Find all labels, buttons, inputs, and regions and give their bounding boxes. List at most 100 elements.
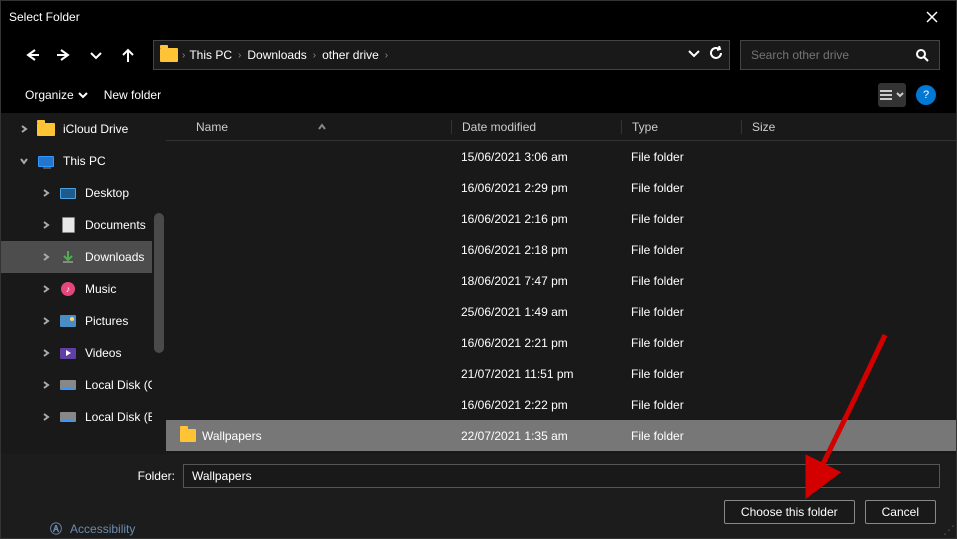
- file-date: 16/06/2021 2:21 pm: [451, 336, 621, 350]
- new-folder-button[interactable]: New folder: [100, 84, 165, 106]
- file-row[interactable]: 16/06/2021 2:16 pmFile folder: [166, 203, 956, 234]
- breadcrumb-item[interactable]: other drive: [322, 48, 379, 62]
- tree-item-label: Videos: [85, 346, 121, 360]
- column-date[interactable]: Date modified: [451, 120, 621, 134]
- folder-label: Folder:: [17, 469, 175, 483]
- scrollbar-thumb[interactable]: [154, 213, 164, 353]
- tree-item-label: Music: [85, 282, 116, 296]
- background-peek: Ⓐ Accessibility: [50, 520, 135, 537]
- file-row[interactable]: 16/06/2021 2:21 pmFile folder: [166, 327, 956, 358]
- disk-icon: [59, 410, 77, 424]
- select-folder-dialog: Select Folder › This PC › Downloads ›: [0, 0, 957, 539]
- sidebar-item-downloads[interactable]: Downloads: [1, 241, 166, 273]
- file-type: File folder: [621, 398, 741, 412]
- file-area: Name Date modified Type Size 15/06/2021 …: [166, 113, 956, 454]
- tree-item-label: Pictures: [85, 314, 128, 328]
- tree-chevron-icon[interactable]: [41, 285, 51, 293]
- up-button[interactable]: [113, 40, 143, 70]
- breadcrumb-separator: ›: [313, 50, 316, 61]
- dropdown-icon: [78, 90, 88, 100]
- disk-icon: [59, 378, 77, 392]
- file-row[interactable]: 15/06/2021 3:06 amFile folder: [166, 141, 956, 172]
- sidebar-item-music[interactable]: ♪ Music: [1, 273, 166, 305]
- sidebar-item-videos[interactable]: Videos: [1, 337, 166, 369]
- file-list: 15/06/2021 3:06 amFile folder16/06/2021 …: [166, 141, 956, 454]
- cancel-button[interactable]: Cancel: [865, 500, 936, 524]
- column-headers: Name Date modified Type Size: [166, 113, 956, 141]
- arrow-right-icon: [57, 48, 71, 62]
- sidebar-item-documents[interactable]: Documents: [1, 209, 166, 241]
- address-history-button[interactable]: [687, 46, 701, 65]
- choose-folder-button[interactable]: Choose this folder: [724, 500, 855, 524]
- view-button[interactable]: [878, 83, 906, 107]
- tree-chevron-icon[interactable]: [41, 221, 51, 229]
- column-size[interactable]: Size: [741, 120, 821, 134]
- file-type: File folder: [621, 150, 741, 164]
- download-icon: [59, 250, 77, 264]
- file-row[interactable]: 16/06/2021 2:22 pmFile folder: [166, 389, 956, 420]
- sidebar-item-desktop[interactable]: Desktop: [1, 177, 166, 209]
- file-type: File folder: [621, 212, 741, 226]
- file-row[interactable]: 21/07/2021 11:51 pmFile folder: [166, 358, 956, 389]
- folder-icon: [160, 48, 178, 62]
- column-type[interactable]: Type: [621, 120, 741, 134]
- sidebar-scrollbar[interactable]: [152, 113, 166, 454]
- breadcrumb-item[interactable]: Downloads: [247, 48, 306, 62]
- recent-button[interactable]: [81, 40, 111, 70]
- file-type: File folder: [621, 243, 741, 257]
- chevron-down-icon: [687, 46, 701, 60]
- refresh-icon: [709, 46, 723, 60]
- accessibility-icon: Ⓐ: [50, 520, 62, 537]
- toolbar: Organize New folder ?: [1, 77, 956, 113]
- searchbar[interactable]: [740, 40, 940, 70]
- file-type: File folder: [621, 336, 741, 350]
- resize-grip[interactable]: ⋰: [943, 523, 955, 537]
- organize-button[interactable]: Organize: [21, 84, 92, 106]
- pc-icon: [37, 154, 55, 168]
- footer: Folder: Choose this folder Cancel: [1, 454, 956, 538]
- dropdown-icon: [896, 91, 904, 99]
- sidebar-item-pictures[interactable]: Pictures: [1, 305, 166, 337]
- tree-chevron-icon[interactable]: [41, 189, 51, 197]
- search-icon: [915, 48, 929, 62]
- titlebar: Select Folder: [1, 1, 956, 33]
- addressbar[interactable]: › This PC › Downloads › other drive ›: [153, 40, 730, 70]
- sidebar-item-icloud-drive[interactable]: iCloud Drive: [1, 113, 166, 145]
- main-area: iCloud DriveThis PCDesktop Documents Downl…: [1, 113, 956, 454]
- breadcrumb-separator: ›: [182, 50, 185, 61]
- titlebar-title: Select Folder: [9, 10, 916, 24]
- back-button[interactable]: [17, 40, 47, 70]
- breadcrumb-item[interactable]: This PC: [189, 48, 232, 62]
- tree-chevron-icon[interactable]: [41, 349, 51, 357]
- file-row[interactable]: 16/06/2021 2:18 pmFile folder: [166, 234, 956, 265]
- sidebar-item-local-disk-c-[interactable]: Local Disk (C:): [1, 369, 166, 401]
- tree-chevron-icon[interactable]: [41, 317, 51, 325]
- file-date: 16/06/2021 2:18 pm: [451, 243, 621, 257]
- help-button[interactable]: ?: [916, 85, 936, 105]
- music-icon: ♪: [59, 282, 77, 296]
- close-icon: [926, 11, 938, 23]
- file-row[interactable]: Wallpapers22/07/2021 1:35 amFile folder: [166, 420, 956, 451]
- tree-chevron-icon[interactable]: [41, 253, 51, 261]
- file-type: File folder: [621, 181, 741, 195]
- folder-input[interactable]: [183, 464, 940, 488]
- search-input[interactable]: [751, 48, 915, 62]
- refresh-button[interactable]: [709, 46, 723, 65]
- pic-icon: [59, 314, 77, 328]
- tree-chevron-icon[interactable]: [41, 413, 51, 421]
- sidebar-item-this-pc[interactable]: This PC: [1, 145, 166, 177]
- tree-chevron-icon[interactable]: [41, 381, 51, 389]
- file-row[interactable]: 16/06/2021 2:29 pmFile folder: [166, 172, 956, 203]
- column-name[interactable]: Name: [196, 120, 451, 134]
- file-row[interactable]: 25/06/2021 1:49 amFile folder: [166, 296, 956, 327]
- folder-icon: [37, 122, 55, 136]
- close-button[interactable]: [916, 1, 948, 33]
- forward-button[interactable]: [49, 40, 79, 70]
- doc-icon: [59, 218, 77, 232]
- tree-chevron-icon[interactable]: [19, 157, 29, 165]
- tree-chevron-icon[interactable]: [19, 125, 29, 133]
- sidebar-item-local-disk-e-[interactable]: Local Disk (E:): [1, 401, 166, 433]
- tree-item-label: Documents: [85, 218, 146, 232]
- breadcrumb-separator: ›: [238, 50, 241, 61]
- file-row[interactable]: 18/06/2021 7:47 pmFile folder: [166, 265, 956, 296]
